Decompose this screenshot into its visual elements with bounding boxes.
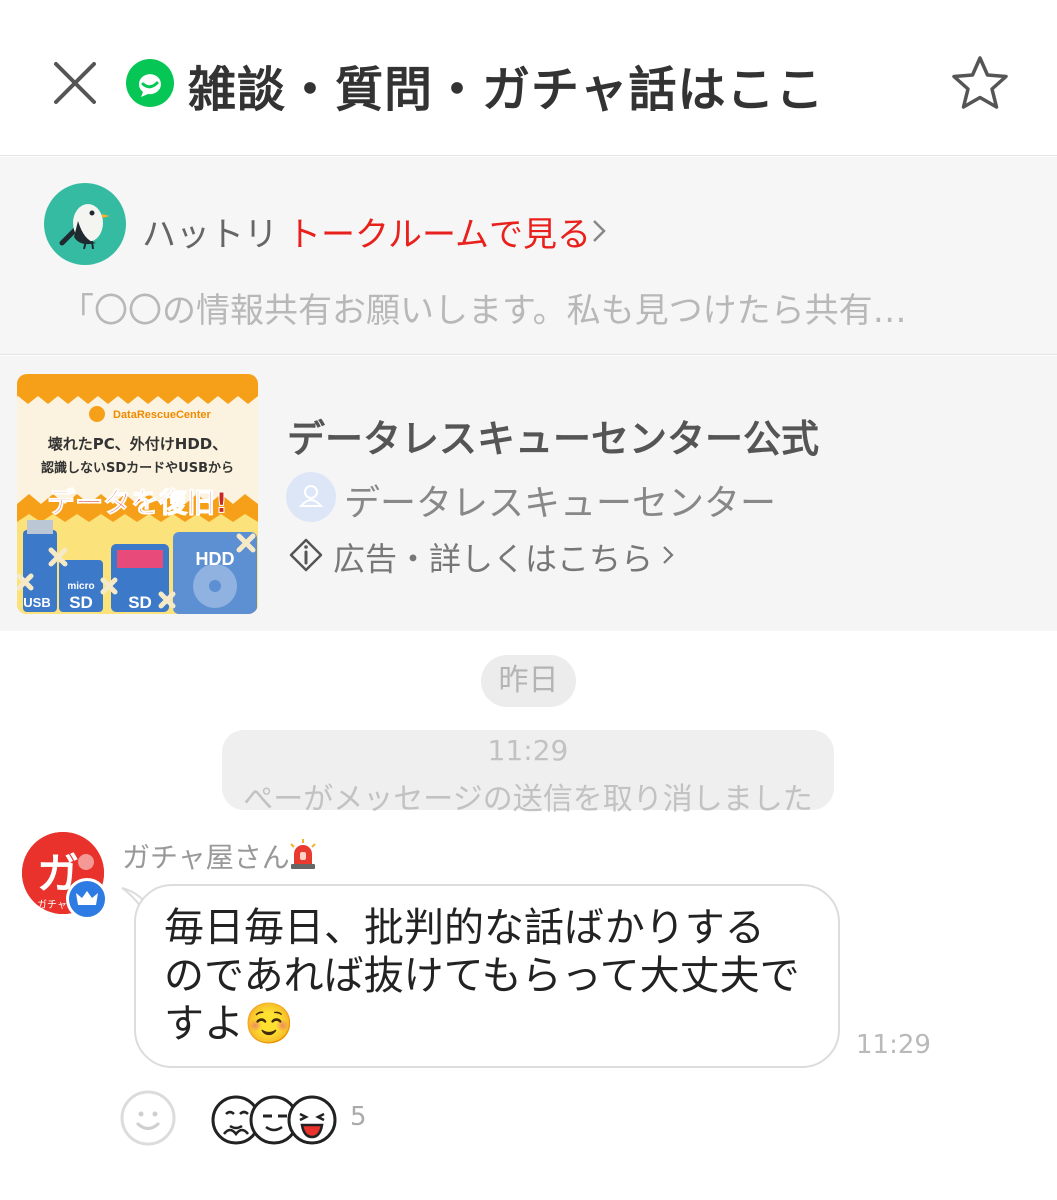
message-bubble[interactable]: 毎日毎日、批判的な話ばかりするのであれば抜けてもらって大丈夫ですよ☺️ <box>134 884 840 1068</box>
ad-illustration: DataRescueCenter 壊れたPC、外付けHDD、 認識しないSDカー… <box>17 374 258 614</box>
ad-line1: 壊れたPC、外付けHDD、 <box>48 435 227 453</box>
chevron-right-icon <box>663 546 674 564</box>
bird-icon <box>59 204 110 250</box>
advertiser-avatar <box>286 472 336 522</box>
ad-usb-label: USB <box>23 595 50 610</box>
ad-headline: データを復旧! <box>47 486 228 519</box>
crown-icon <box>76 891 98 905</box>
message-text: 毎日毎日、批判的な話ばかりするのであれば抜けてもらって大丈夫ですよ☺️ <box>164 905 800 1047</box>
crown-badge <box>66 878 108 920</box>
system-message: 11:29 ぺーがメッセージの送信を取り消しました <box>222 730 834 817</box>
announcement-avatar <box>44 183 126 265</box>
chat-header: 雑談・質問・ガチャ話はここ <box>0 0 1057 156</box>
chevron-right-icon <box>593 220 606 242</box>
ad-advertiser-name: データレスキューセンター <box>344 483 777 524</box>
date-separator: 昨日 <box>481 655 576 707</box>
ad-hdd-label: HDD <box>196 549 235 569</box>
ad-sd-label: SD <box>128 593 152 612</box>
ad-banner[interactable]: DataRescueCenter 壊れたPC、外付けHDD、 認識しないSDカー… <box>0 356 1057 631</box>
view-in-talkroom-link[interactable]: トークルームで見る <box>287 207 591 256</box>
message-time: 11:29 <box>856 1030 931 1060</box>
ad-title[interactable]: データレスキューセンター公式 <box>287 408 819 463</box>
system-message-text: ぺーがメッセージの送信を取り消しました <box>243 782 813 817</box>
ad-brand-text: DataRescueCenter <box>113 409 212 421</box>
reaction-count: 5 <box>350 1102 367 1132</box>
ad-details-link[interactable]: 広告・詳しくはこちら <box>333 534 653 580</box>
ad-microsd-label: SD <box>69 593 93 612</box>
add-reaction-icon[interactable] <box>120 1090 176 1146</box>
system-message-time: 11:29 <box>487 734 569 767</box>
announcement-text: 「〇〇の情報共有お願いします。私も見つけたら共有… <box>60 291 907 331</box>
room-title: 雑談・質問・ガチャ話はここ <box>188 62 825 118</box>
openchat-icon <box>126 59 174 107</box>
star-icon[interactable] <box>950 54 1010 112</box>
sender-avatar-subtext: ガチャ <box>37 899 67 911</box>
info-icon <box>289 538 323 572</box>
announcement-banner[interactable]: ハットリ トークルームで見る 「〇〇の情報共有お願いします。私も見つけたら共有… <box>0 157 1057 355</box>
announcement-author: ハットリ <box>142 215 278 255</box>
reaction-laugh-face-icon <box>287 1095 337 1145</box>
person-icon <box>298 485 324 507</box>
siren-icon <box>290 839 316 869</box>
ad-line2: 認識しないSDカードやUSBから <box>41 460 234 476</box>
ad-micro-label: micro <box>67 581 94 592</box>
close-icon[interactable] <box>50 58 100 108</box>
reaction-faces[interactable] <box>210 1090 340 1146</box>
sender-name[interactable]: ガチャ屋さん <box>122 836 290 876</box>
ad-image[interactable]: DataRescueCenter 壊れたPC、外付けHDD、 認識しないSDカー… <box>17 374 258 614</box>
